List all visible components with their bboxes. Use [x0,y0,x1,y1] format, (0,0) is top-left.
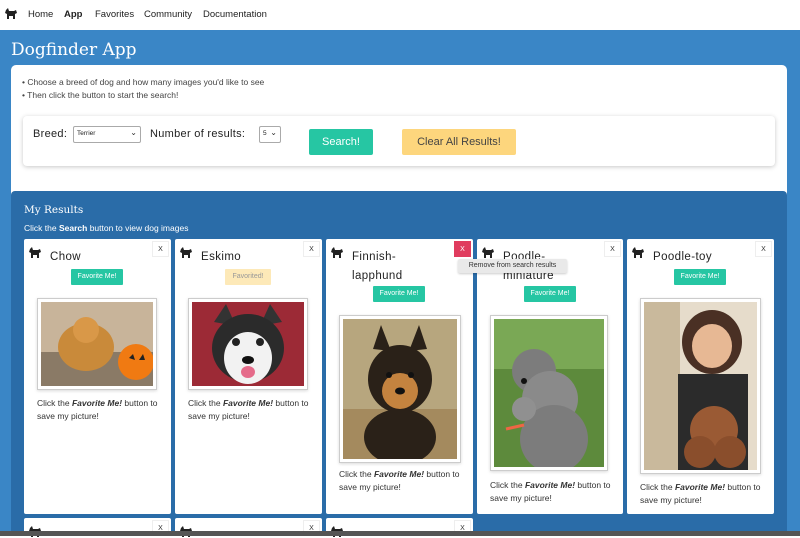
page-title: Dogfinder App [11,40,137,60]
instruction-2: • Then click the button to start the sea… [22,90,179,100]
favorite-button[interactable]: Favorite Me! [674,269,726,285]
breed-name: Eskimo [201,251,242,263]
nav-community-link[interactable]: Community [144,9,192,20]
dog-icon [482,247,494,258]
nav-home-link[interactable]: Home [28,9,53,20]
result-card: Poodle-toy X Favorite Me! Click the Favo… [627,239,774,514]
count-label: Number of results: [150,128,246,140]
dog-photo [640,298,761,474]
favorited-badge[interactable]: Favorited! [225,269,271,285]
count-select[interactable]: 5 ⌄ [259,126,281,143]
top-navbar: Home App Favorites Community Documentati… [0,0,800,30]
dog-icon [29,247,41,258]
result-card: Finnish-lapphund X Favorite Me! Click th… [326,239,473,514]
favorite-button[interactable]: Favorite Me! [524,286,576,302]
dog-photo [339,315,461,463]
dog-icon [632,247,644,258]
remove-button[interactable]: X [604,241,621,257]
photo-caption: Click the Favorite Me! button to save my… [339,469,460,492]
favorite-button[interactable]: Favorite Me! [373,286,425,302]
photo-caption: Click the Favorite Me! button to save my… [490,480,611,503]
search-panel: • Choose a breed of dog and how many ima… [11,65,787,206]
dog-icon[interactable] [4,8,18,20]
remove-button[interactable]: X [152,241,169,257]
dog-photo [188,298,308,390]
breed-name: Chow [50,251,82,263]
nav-app-link[interactable]: App [64,9,82,20]
result-card: Poodle-miniature X Favorite Me! Click th… [477,239,623,514]
dog-icon [180,247,192,258]
clear-results-button[interactable]: Clear All Results! [402,129,516,155]
results-title: My Results [24,204,84,216]
breed-name: Finnish-lapphund [352,251,403,282]
remove-button[interactable]: X [755,241,772,257]
photo-caption: Click the Favorite Me! button to save my… [640,482,761,505]
breed-name: Poodle-toy [653,251,712,263]
breed-select[interactable]: Terrier ⌄ [73,126,141,143]
photo-caption: Click the Favorite Me! button to save my… [188,398,309,421]
photo-caption: Click the Favorite Me! button to save my… [37,398,158,421]
chevron-down-icon: ⌄ [270,128,277,137]
taskbar-strip [0,531,800,536]
remove-button[interactable]: X [454,241,471,257]
dog-photo [490,315,608,471]
favorite-button[interactable]: Favorite Me! [71,269,123,285]
breed-label: Breed: [33,128,68,140]
instruction-1: • Choose a breed of dog and how many ima… [22,77,265,87]
remove-tooltip: Remove from search results [458,259,567,273]
result-card: Chow X Favorite Me! Click the Favorite M… [24,239,171,514]
dog-photo [37,298,157,390]
dog-icon [331,247,343,258]
result-card: Eskimo X Favorited! Click the Favorite M… [175,239,322,514]
nav-documentation-link[interactable]: Documentation [203,9,267,20]
search-form: Breed: Terrier ⌄ Number of results: 5 ⌄ Se… [23,116,775,166]
chevron-down-icon: ⌄ [130,128,137,137]
search-button[interactable]: Search! [309,129,373,155]
remove-button[interactable]: X [303,241,320,257]
nav-favorites-link[interactable]: Favorites [95,9,134,20]
results-hint: Click the Search button to view dog imag… [24,223,189,233]
